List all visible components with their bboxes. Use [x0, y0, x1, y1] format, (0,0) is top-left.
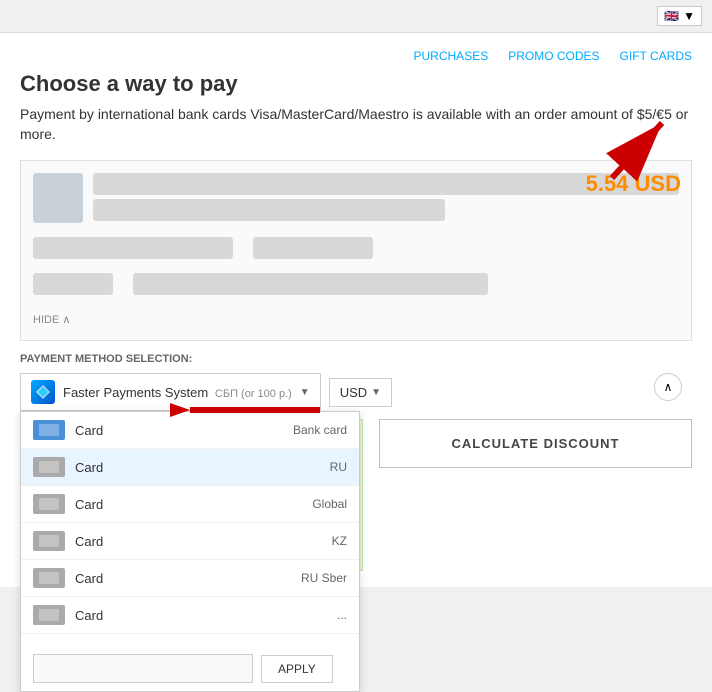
dropdown-item-2[interactable]: Card Global — [21, 486, 359, 523]
payment-dropdown: Card Bank card Card RU Card Global — [20, 411, 360, 692]
payment-chevron-icon: ▼ — [300, 387, 310, 398]
currency-chevron-icon: ▼ — [371, 387, 381, 398]
card-icon-2 — [33, 494, 65, 514]
collapse-button[interactable]: ∧ — [654, 373, 682, 401]
card-icon-5 — [33, 605, 65, 625]
currency-selector[interactable]: USD ▼ — [329, 378, 392, 407]
payment-method-text: Faster Payments System СБП (or 100 p.) — [63, 385, 292, 400]
payment-section-label: PAYMENT METHOD SELECTION: — [20, 353, 692, 365]
payment-section: PAYMENT METHOD SELECTION: Faster Payment… — [20, 353, 692, 411]
chevron-up-icon: ∧ — [664, 380, 673, 394]
dropdown-item-4[interactable]: Card RU Sber — [21, 560, 359, 597]
card-icon-0 — [33, 420, 65, 440]
main-content: PURCHASES PROMO CODES GIFT CARDS Choose … — [0, 33, 712, 587]
dropdown-label-2: Card — [75, 497, 302, 512]
dropdown-item-0[interactable]: Card Bank card — [21, 412, 359, 449]
nav-links: PURCHASES PROMO CODES GIFT CARDS — [20, 49, 692, 63]
subtitle: Payment by international bank cards Visa… — [20, 105, 692, 144]
nav-purchases[interactable]: PURCHASES — [414, 49, 489, 63]
language-selector[interactable]: 🇬🇧 ▼ — [657, 6, 702, 26]
dropdown-item-3[interactable]: Card KZ — [21, 523, 359, 560]
dropdown-sublabel-2: Global — [312, 497, 347, 511]
nav-promo-codes[interactable]: PROMO CODES — [508, 49, 599, 63]
dropdown-label-4: Card — [75, 571, 291, 586]
dropdown-sublabel-4: RU Sber — [301, 571, 347, 585]
dropdown-label-5: Card — [75, 608, 327, 623]
dropdown-label-3: Card — [75, 534, 322, 549]
fps-icon — [31, 380, 55, 404]
page-title: Choose a way to pay — [20, 71, 692, 97]
calculate-discount-button[interactable]: CALCULATE DISCOUNT — [379, 419, 692, 468]
top-bar: 🇬🇧 ▼ — [0, 0, 712, 33]
dropdown-label-0: Card — [75, 423, 283, 438]
dropdown-label-1: Card — [75, 460, 320, 475]
dropdown-sublabel-5: ... — [337, 608, 347, 622]
payment-method-selector[interactable]: Faster Payments System СБП (or 100 p.) ▼ — [20, 373, 321, 411]
hide-link[interactable]: HIDE ∧ — [33, 313, 70, 326]
promo-area: APPLY — [21, 646, 359, 691]
dropdown-item-1[interactable]: Card RU — [21, 449, 359, 486]
dropdown-sublabel-1: RU — [330, 460, 347, 474]
apply-button[interactable]: APPLY — [261, 655, 333, 683]
dropdown-sublabel-0: Bank card — [293, 423, 347, 437]
card-icon-3 — [33, 531, 65, 551]
payment-wrapper: Faster Payments System СБП (or 100 p.) ▼… — [20, 373, 692, 411]
dropdown-sublabel-3: KZ — [332, 534, 347, 548]
card-icon-1 — [33, 457, 65, 477]
currency-text: USD — [340, 385, 367, 400]
flag-icon: 🇬🇧 — [664, 9, 679, 23]
card-icon-4 — [33, 568, 65, 588]
dropdown-item-5[interactable]: Card ... — [21, 597, 359, 634]
price-badge: 5.54 USD — [586, 171, 681, 197]
nav-gift-cards[interactable]: GIFT CARDS — [620, 49, 692, 63]
payment-row: Faster Payments System СБП (or 100 p.) ▼… — [20, 373, 692, 411]
chevron-down-icon: ▼ — [683, 9, 695, 23]
order-summary: 5.54 USD HIDE ∧ — [20, 160, 692, 341]
promo-input[interactable] — [33, 654, 253, 683]
